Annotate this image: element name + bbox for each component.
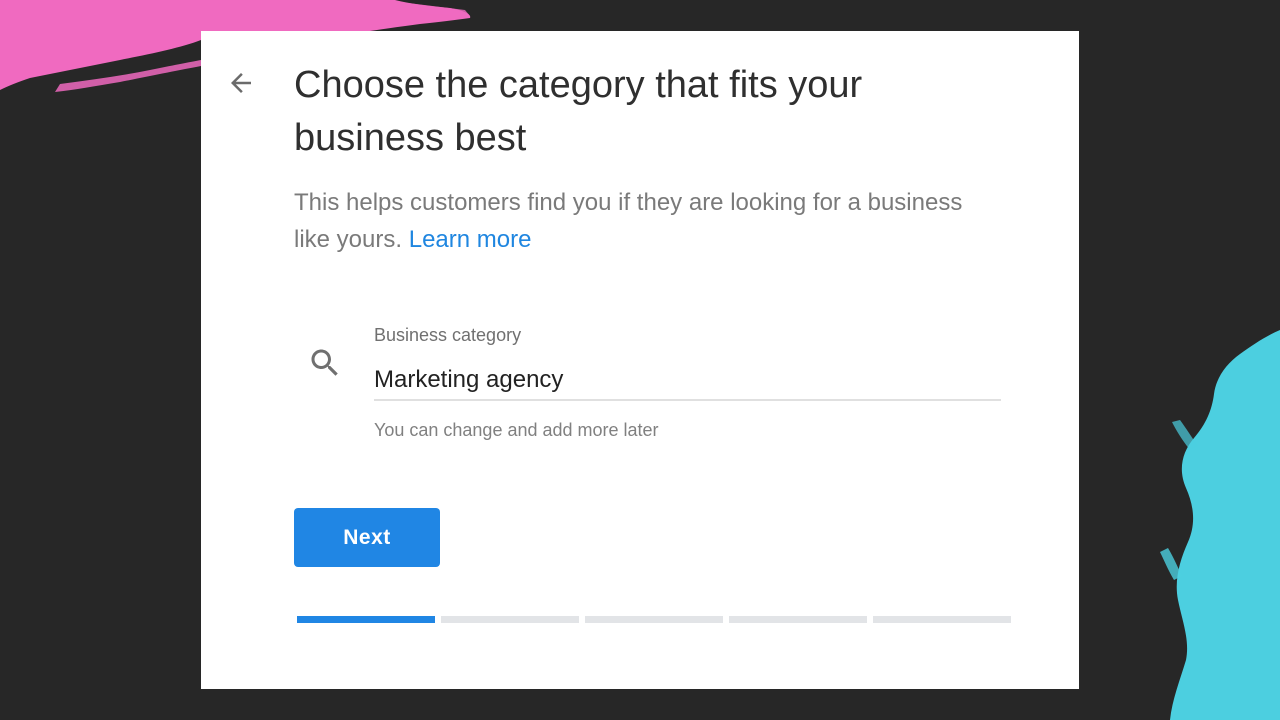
business-category-label: Business category <box>374 325 522 345</box>
search-icon <box>311 349 338 376</box>
progress-step-2 <box>441 616 579 623</box>
business-category-input[interactable] <box>374 361 1001 401</box>
progress-step-4 <box>729 616 867 623</box>
page-title: Choose the category that fits your busin… <box>294 64 863 159</box>
next-button[interactable]: Next <box>294 508 440 567</box>
progress-step-1 <box>297 616 435 623</box>
progress-step-5 <box>873 616 1011 623</box>
back-button[interactable] <box>223 65 259 101</box>
learn-more-link[interactable]: Learn more <box>409 226 532 253</box>
progress-bar <box>297 616 1011 623</box>
page-subtitle: This helps customers find you if they ar… <box>294 184 974 258</box>
stage: Choose the category that fits your busin… <box>0 0 1280 720</box>
subtitle-text: This helps customers find you if they ar… <box>294 189 963 253</box>
business-category-helper: You can change and add more later <box>374 420 659 440</box>
arrow-back-icon <box>231 73 251 93</box>
onboarding-card: Choose the category that fits your busin… <box>201 31 1079 689</box>
cyan-brush-stroke <box>1160 330 1280 720</box>
progress-step-3 <box>585 616 723 623</box>
